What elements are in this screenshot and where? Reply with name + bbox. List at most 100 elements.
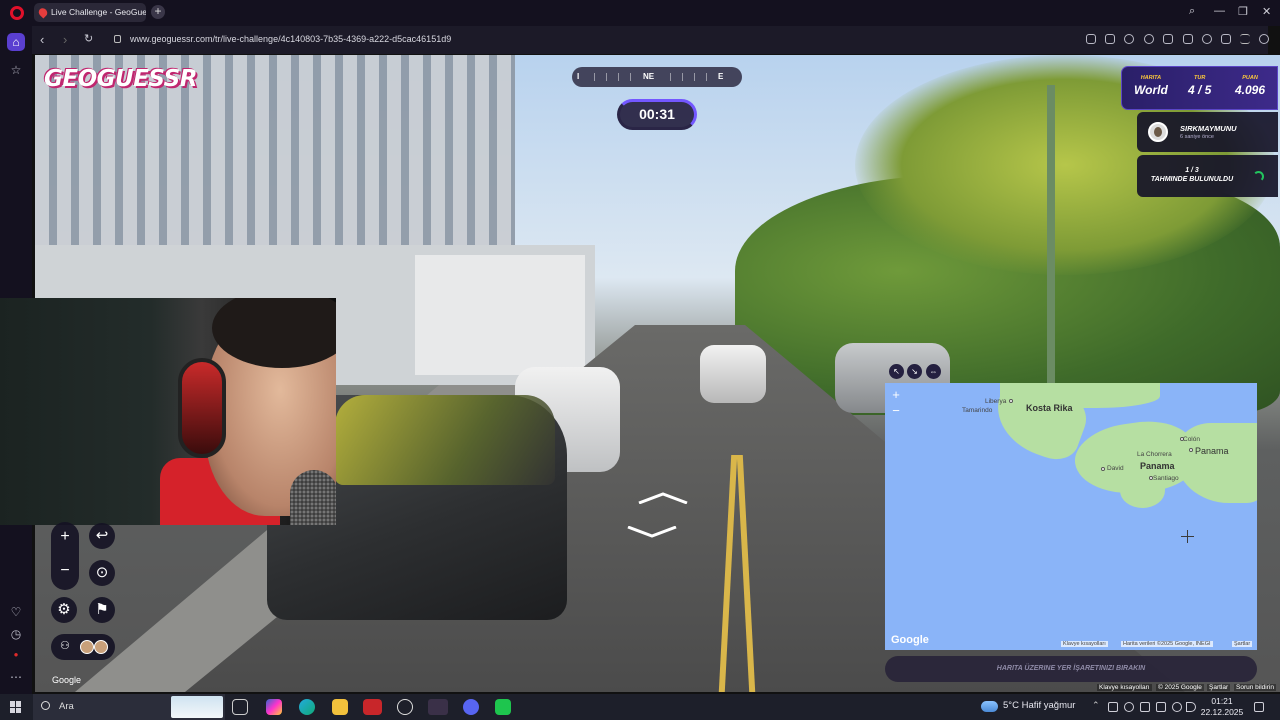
map-label-panama-city: Panama [1195,446,1229,456]
history-icon[interactable]: ◷ [7,625,25,643]
maximize-button[interactable]: ❐ [1238,5,1248,18]
microphone [290,470,336,525]
compass-direction: NE [643,72,655,81]
task-view-icon[interactable] [232,699,248,715]
zoom-in-icon[interactable]: + [51,522,79,556]
new-tab-button[interactable]: + [151,5,165,19]
discord-icon[interactable] [463,699,479,715]
expand-map-icon[interactable]: ↖ [889,364,904,379]
opera-taskbar-icon[interactable] [428,699,448,715]
obs-icon[interactable] [397,699,413,715]
map-terms-link[interactable]: Şartlar [1232,641,1253,647]
minimize-button[interactable]: — [1214,5,1225,17]
guess-map[interactable]: + − Kosta Rika Panama Liberya Tamarindo … [885,383,1257,650]
copilot-icon[interactable] [266,699,282,715]
car [700,345,766,403]
avatar [94,640,108,654]
player-guess-card: SIRKMAYMUNU 6 saniye önce [1137,112,1278,152]
download-icon[interactable] [1221,34,1231,44]
weather-text[interactable]: 5°C Hafif yağmur [1003,700,1075,711]
menu-icon[interactable] [1240,34,1250,44]
browser-tabbar: Live Challenge - GeoGuessr + ⌕ — ❐ ✕ [0,0,1280,26]
back-button[interactable]: ‹ [40,32,44,47]
wall [415,255,585,375]
opera-logo-icon[interactable] [10,6,24,20]
url-field[interactable]: www.geoguessr.com/tr/live-challenge/4c14… [130,34,451,44]
round-timer: 00:31 [617,99,697,130]
player-name: SIRKMAYMUNU [1180,124,1237,133]
flag-icon[interactable]: ⚑ [89,597,115,623]
tab-live-challenge[interactable]: Live Challenge - GeoGuessr [34,3,146,22]
green-app-icon[interactable] [495,699,511,715]
battery-icon[interactable] [1156,702,1166,712]
zoom-out-button[interactable]: − [889,404,903,418]
windows-taskbar: Ara 5°C Hafif yağmur ⌃ 01:21 22.12.2025 [0,694,1280,720]
tray-app-icon[interactable] [1140,702,1150,712]
video-app-icon[interactable] [363,699,382,715]
crosshair-cursor-icon [1181,530,1194,543]
player-guess-time: 6 saniye önce [1180,134,1214,140]
home-icon[interactable]: ⌂ [7,33,25,51]
tray-app-icon[interactable] [1108,702,1118,712]
map-data-credit: Harita verileri ©2025 Google, INEGI [1121,641,1213,647]
more-icon[interactable]: ⋯ [7,668,25,686]
shrink-map-icon[interactable]: ↘ [907,364,922,379]
sv-terms-link[interactable]: Şartlar [1207,684,1231,691]
guess-count: 1 / 3 [1185,167,1199,174]
file-explorer-icon[interactable] [332,699,348,715]
sv-report-link[interactable]: Sorun bildirin [1234,684,1276,691]
camera-icon[interactable] [1105,34,1115,44]
notification-icon[interactable] [1254,702,1264,712]
sv-keyboard-shortcuts[interactable]: Klavye kısayolları [1097,684,1152,691]
avatar [80,640,94,654]
heart-icon[interactable]: ♡ [7,603,25,621]
heart-icon[interactable] [1202,34,1212,44]
zoom-out-icon[interactable]: − [51,556,79,590]
streetview-google-logo: Google [52,675,82,685]
address-bar: ‹ › ↻ www.geoguessr.com/tr/live-challeng… [32,26,1269,54]
search-highlight-image[interactable] [171,696,223,718]
play-icon[interactable] [1163,34,1173,44]
undo-move-icon[interactable]: ↩ [89,523,115,549]
profile-icon[interactable] [1259,34,1269,44]
headphone [178,358,226,458]
status-score: PUAN 4.096 [1235,75,1266,97]
search-placeholder: Ara [59,701,74,712]
search-tabs-icon[interactable]: ⌕ [1189,5,1195,18]
tray-chevron-icon[interactable]: ⌃ [1092,700,1102,710]
pin-map-icon[interactable]: ⇔ [926,364,941,379]
party-members[interactable]: ⚇ [51,634,115,660]
place-marker-button[interactable]: HARITA ÜZERINE YER İŞARETINIZI BIRAKIN [885,656,1257,682]
forward-button[interactable]: › [63,32,67,47]
clock-date: 22.12.2025 [1200,707,1244,717]
vpn-icon[interactable] [1144,34,1154,44]
shield-icon[interactable] [1124,34,1134,44]
map-label-panama: Panama [1140,461,1175,471]
move-forward-arrow-icon[interactable] [637,492,689,504]
reload-button[interactable]: ↻ [84,32,93,45]
move-back-arrow-icon[interactable] [626,526,678,538]
wifi-icon[interactable] [1172,702,1182,712]
search-icon [41,701,50,710]
return-to-start-icon[interactable]: ⊙ [89,560,115,586]
game-status-panel: HARITA World TUR 4 / 5 PUAN 4.096 [1121,66,1278,110]
status-map: HARITA World [1134,75,1168,97]
taskbar-clock[interactable]: 01:21 22.12.2025 [1198,696,1246,718]
star-icon[interactable]: ☆ [7,61,25,79]
edge-icon[interactable] [299,699,315,715]
zoom-in-button[interactable]: + [889,388,903,402]
settings-gear-icon[interactable]: ⚙ [51,597,77,623]
volume-icon[interactable] [1186,702,1196,712]
tab-title: Live Challenge - GeoGuessr [51,7,146,17]
mic-icon[interactable] [1124,702,1134,712]
close-window-button[interactable]: ✕ [1262,5,1271,18]
windows-start-icon[interactable] [10,701,22,713]
map-keyboard-shortcuts[interactable]: Klavye kısayolları [1061,641,1108,647]
guess-count-label: TAHMINDE BULUNULDU [1150,176,1234,183]
cube-icon[interactable] [1183,34,1193,44]
edit-icon[interactable] [1086,34,1096,44]
adblock-icon[interactable]: ● [7,646,25,664]
logo-text: GEOGUESSR [44,66,197,92]
geoguessr-logo[interactable]: GEOGUESSR [44,66,197,94]
people-icon: ⚇ [60,640,70,652]
